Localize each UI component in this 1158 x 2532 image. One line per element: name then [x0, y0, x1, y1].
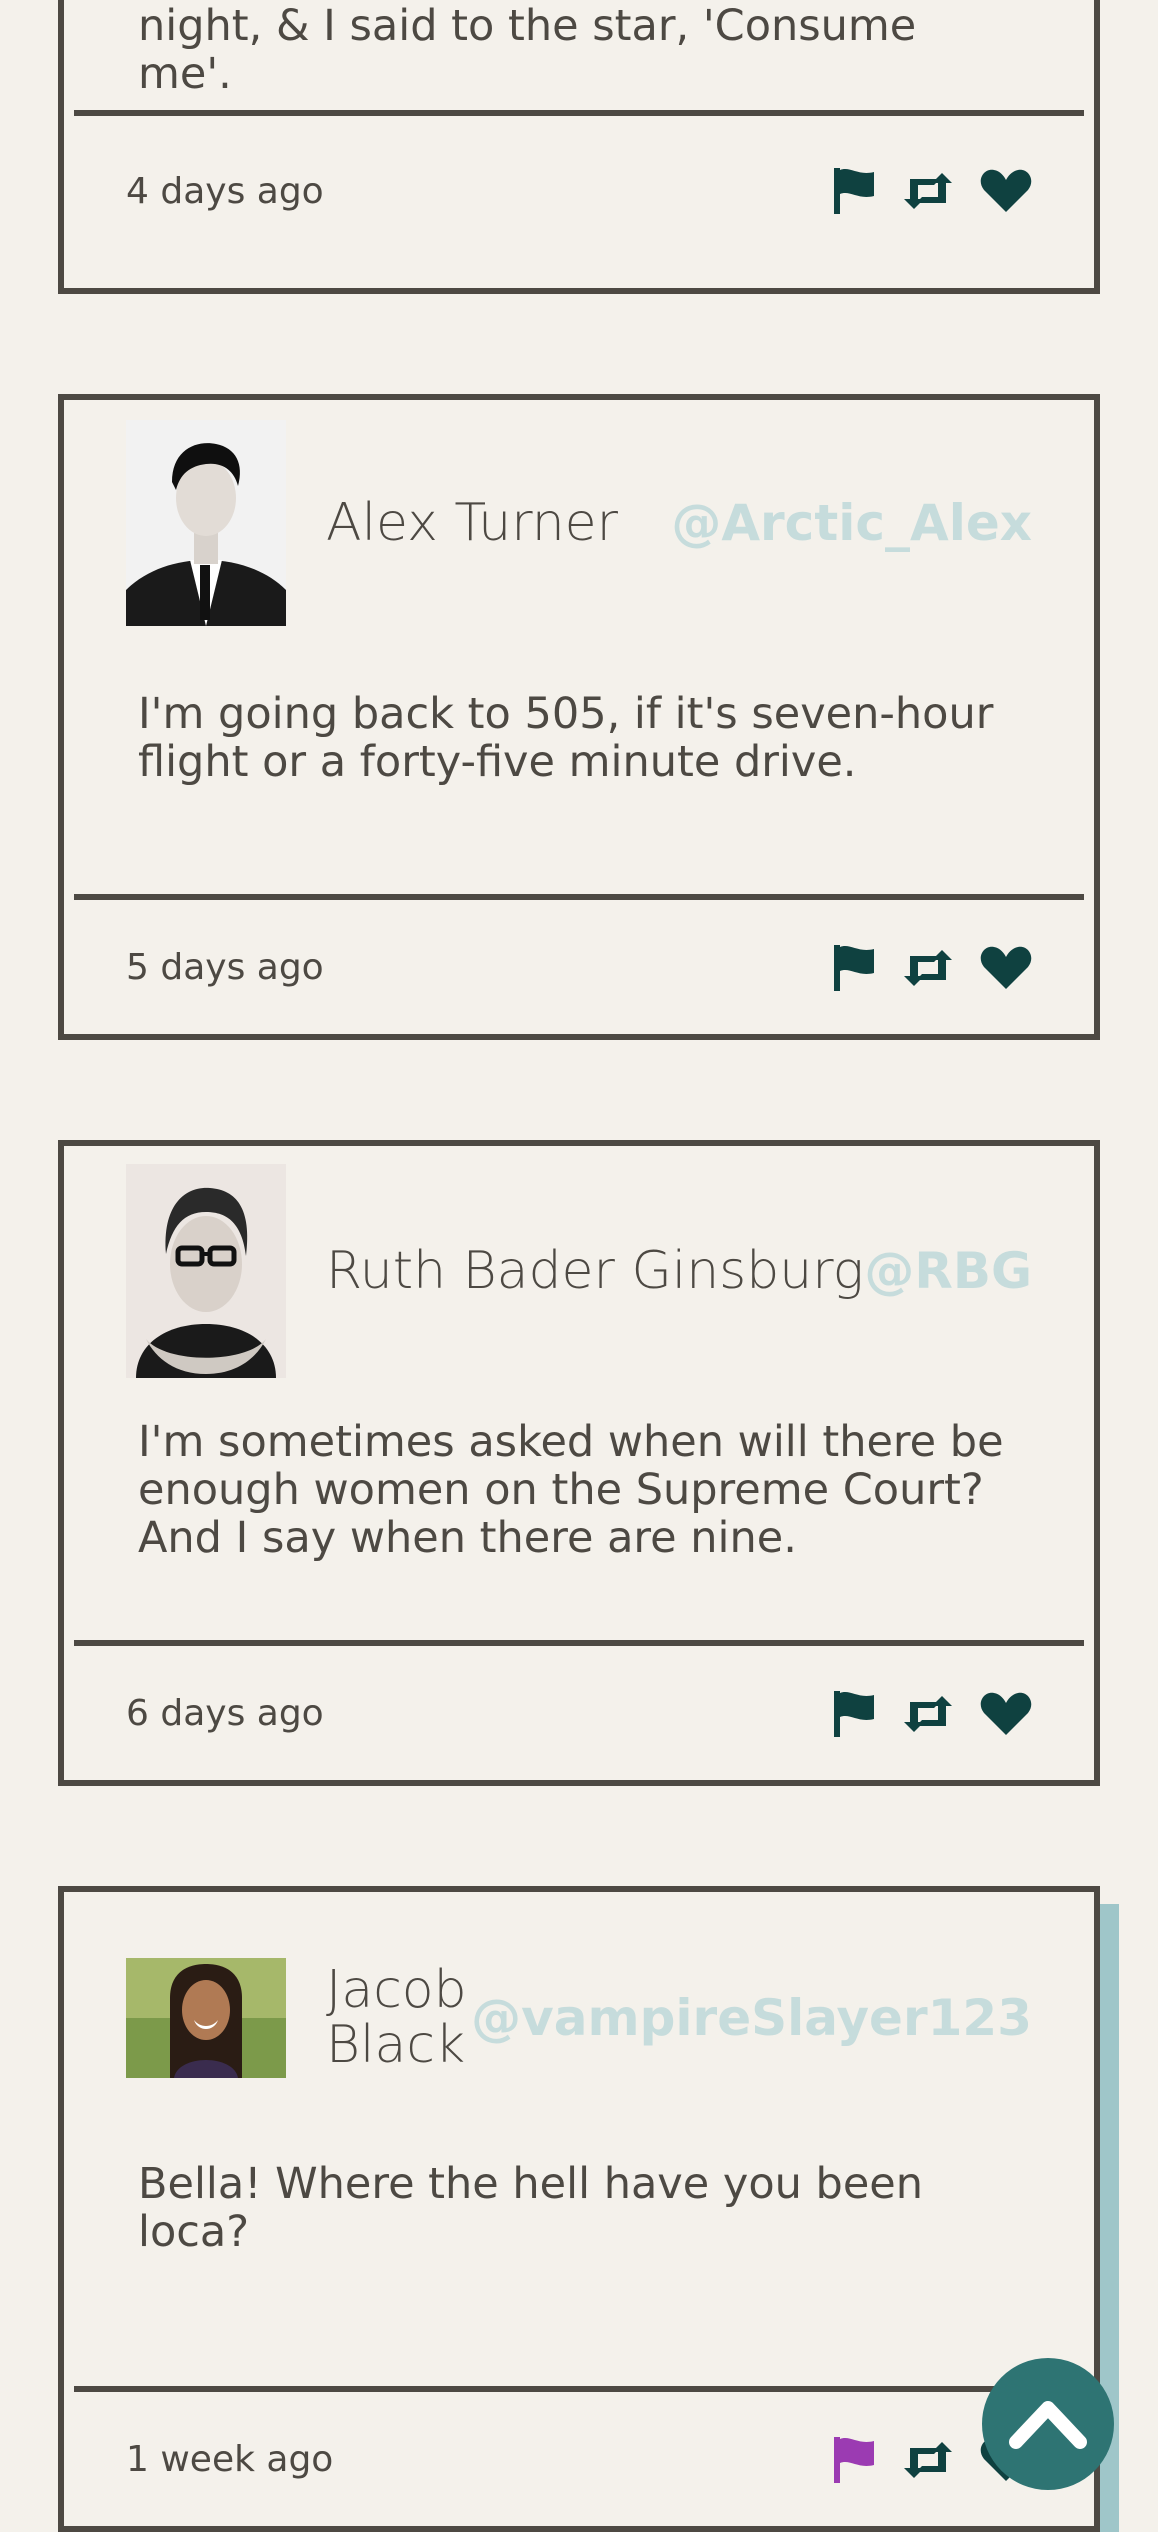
post-header: Alex Turner @Arctic_Alex	[126, 420, 1032, 626]
flag-icon[interactable]	[832, 1689, 876, 1739]
chevron-up-icon	[1008, 2394, 1088, 2455]
post-card: Alex Turner @Arctic_Alex I'm going back …	[58, 394, 1100, 1040]
post-footer: 5 days ago	[126, 900, 1032, 1035]
retweet-icon[interactable]	[900, 171, 956, 211]
post-card: Ruth Bader Ginsburg @RBG I'm sometimes a…	[58, 1140, 1100, 1786]
post-header: Ruth Bader Ginsburg @RBG	[126, 1164, 1032, 1378]
heart-icon[interactable]	[980, 945, 1032, 991]
retweet-icon[interactable]	[900, 948, 956, 988]
author-name[interactable]: Ruth Bader Ginsburg	[326, 1244, 864, 1299]
post-card: Jacob Black @vampireSlayer123 Bella! Whe…	[58, 1886, 1100, 2532]
heart-icon[interactable]	[980, 168, 1032, 214]
post-actions	[832, 943, 1032, 993]
post-footer: 4 days ago	[126, 116, 1032, 266]
retweet-icon[interactable]	[900, 1694, 956, 1734]
post-text: Bella! Where the hell have you been loca…	[138, 2159, 924, 2257]
post-footer: 6 days ago	[126, 1646, 1032, 1781]
author-handle[interactable]: @Arctic_Alex	[671, 494, 1032, 552]
post-timestamp: 1 week ago	[126, 2439, 334, 2480]
post-timestamp: 5 days ago	[126, 947, 324, 988]
post-card: night, & I said to the star, 'Consume me…	[58, 0, 1100, 294]
post-text: night, & I said to the star, 'Consume me…	[138, 1, 917, 99]
flag-icon[interactable]	[832, 166, 876, 216]
avatar[interactable]	[126, 1958, 286, 2078]
post-text: I'm going back to 505, if it's seven-hou…	[138, 689, 994, 787]
post-actions	[832, 166, 1032, 216]
heart-icon[interactable]	[980, 1691, 1032, 1737]
author-name[interactable]: Jacob Black	[326, 1963, 471, 2072]
post-header: Jacob Black @vampireSlayer123	[126, 1958, 1032, 2078]
retweet-icon[interactable]	[900, 2440, 956, 2480]
flag-icon[interactable]	[832, 943, 876, 993]
flag-icon[interactable]	[832, 2435, 876, 2485]
avatar[interactable]	[126, 1164, 286, 1378]
post-timestamp: 6 days ago	[126, 1693, 324, 1734]
post-timestamp: 4 days ago	[126, 170, 324, 212]
post-footer: 1 week ago	[126, 2392, 1032, 2527]
back-to-top-button[interactable]	[982, 2358, 1114, 2490]
post-actions	[832, 1689, 1032, 1739]
author-name[interactable]: Alex Turner	[326, 496, 618, 551]
avatar[interactable]	[126, 420, 286, 626]
author-handle[interactable]: @RBG	[864, 1242, 1032, 1300]
author-handle[interactable]: @vampireSlayer123	[471, 1989, 1032, 2047]
post-text: I'm sometimes asked when will there be e…	[138, 1417, 1004, 1563]
